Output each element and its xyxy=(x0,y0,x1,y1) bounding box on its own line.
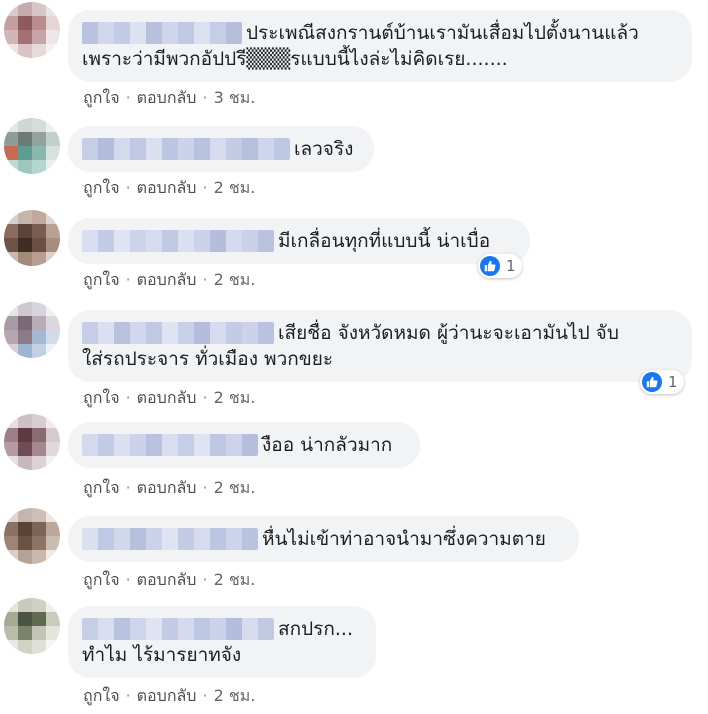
blurred-author-name[interactable] xyxy=(82,230,274,252)
timestamp[interactable]: 2 ชม. xyxy=(214,388,256,407)
avatar[interactable] xyxy=(4,2,60,58)
comment-bubble: หื่นไม่เข้าท่าอาจนำมาซึ่งความตาย xyxy=(68,516,579,562)
comment-bubble: สกปรก... ทำไม ไร้มารยาทจัง xyxy=(68,606,376,678)
comment-text: งืออ น่ากลัวมาก xyxy=(262,434,393,456)
separator: · xyxy=(125,270,131,289)
comment-text: หื่นไม่เข้าท่าอาจนำมาซึ่งความตาย xyxy=(262,528,546,550)
like-link[interactable]: ถูกใจ xyxy=(83,388,120,407)
blurred-author-name[interactable] xyxy=(82,138,290,160)
blurred-author-name[interactable] xyxy=(82,618,274,640)
comment-actions: ถูกใจ · ตอบกลับ · 3 ชม. xyxy=(83,86,255,111)
separator: · xyxy=(125,686,131,705)
blurred-author-name[interactable] xyxy=(82,322,274,344)
reaction-count[interactable]: 1 xyxy=(478,254,522,278)
comment-actions: ถูกใจ · ตอบกลับ · 2 ชม. xyxy=(83,568,255,593)
comment-actions: ถูกใจ · ตอบกลับ · 2 ชม. xyxy=(83,386,255,411)
thumbs-up-icon xyxy=(480,256,500,276)
timestamp[interactable]: 2 ชม. xyxy=(214,178,256,197)
reply-link[interactable]: ตอบกลับ xyxy=(137,570,197,589)
blurred-author-name[interactable] xyxy=(82,22,242,44)
thumbs-up-icon xyxy=(642,372,662,392)
comment-text: มีเกลื่อนทุกที่แบบนี้ น่าเบื่อ xyxy=(278,230,491,252)
separator: · xyxy=(125,570,131,589)
blurred-author-name[interactable] xyxy=(82,528,258,550)
separator: · xyxy=(202,570,208,589)
separator: · xyxy=(202,88,208,107)
separator: · xyxy=(202,388,208,407)
comment-text: เลวจริง xyxy=(294,138,354,160)
like-link[interactable]: ถูกใจ xyxy=(83,478,120,497)
separator: · xyxy=(202,178,208,197)
avatar[interactable] xyxy=(4,302,60,358)
comment-bubble: มีเกลื่อนทุกที่แบบนี้ น่าเบื่อ xyxy=(68,218,530,264)
avatar[interactable] xyxy=(4,508,60,564)
comment-actions: ถูกใจ · ตอบกลับ · 2 ชม. xyxy=(83,684,255,709)
separator: · xyxy=(125,388,131,407)
like-link[interactable]: ถูกใจ xyxy=(83,570,120,589)
blurred-author-name[interactable] xyxy=(82,434,258,456)
timestamp[interactable]: 2 ชม. xyxy=(214,478,256,497)
avatar[interactable] xyxy=(4,598,60,654)
like-count: 1 xyxy=(506,257,516,275)
comment-bubble: เลวจริง xyxy=(68,126,374,172)
separator: · xyxy=(125,88,131,107)
reply-link[interactable]: ตอบกลับ xyxy=(137,478,197,497)
comment-actions: ถูกใจ · ตอบกลับ · 2 ชม. xyxy=(83,176,255,201)
avatar[interactable] xyxy=(4,210,60,266)
like-count: 1 xyxy=(668,373,678,391)
like-link[interactable]: ถูกใจ xyxy=(83,270,120,289)
separator: · xyxy=(202,686,208,705)
timestamp[interactable]: 2 ชม. xyxy=(214,270,256,289)
comment-text: เพราะว่ามีพวกอัปปรี▒▒▒รแบบนี้ไงล่ะไม่คิด… xyxy=(82,48,508,70)
separator: · xyxy=(202,270,208,289)
reply-link[interactable]: ตอบกลับ xyxy=(137,270,197,289)
reply-link[interactable]: ตอบกลับ xyxy=(137,388,197,407)
comment-actions: ถูกใจ · ตอบกลับ · 2 ชม. xyxy=(83,476,255,501)
reply-link[interactable]: ตอบกลับ xyxy=(137,88,197,107)
comment-bubble: งืออ น่ากลัวมาก xyxy=(68,422,420,468)
timestamp[interactable]: 2 ชม. xyxy=(214,570,256,589)
comment-text: เสียชื่อ จังหวัดหมด ผู้ว่านะจะเอามันไป จ… xyxy=(278,322,619,344)
like-link[interactable]: ถูกใจ xyxy=(83,686,120,705)
comment-text: ใส่รถประจาร ทั่วเมือง พวกขยะ xyxy=(82,348,334,370)
separator: · xyxy=(125,478,131,497)
reaction-count[interactable]: 1 xyxy=(640,370,684,394)
timestamp[interactable]: 3 ชม. xyxy=(214,88,256,107)
comment-text: ประเพณีสงกรานต์บ้านเรามันเสื่อมไปตั้งนาน… xyxy=(246,22,639,44)
separator: · xyxy=(125,178,131,197)
comment-bubble: ประเพณีสงกรานต์บ้านเรามันเสื่อมไปตั้งนาน… xyxy=(68,10,692,82)
avatar[interactable] xyxy=(4,118,60,174)
like-link[interactable]: ถูกใจ xyxy=(83,88,120,107)
comment-actions: ถูกใจ · ตอบกลับ · 2 ชม. xyxy=(83,268,255,293)
separator: · xyxy=(202,478,208,497)
avatar[interactable] xyxy=(4,414,60,470)
comment-bubble: เสียชื่อ จังหวัดหมด ผู้ว่านะจะเอามันไป จ… xyxy=(68,310,692,382)
comment-text: ทำไม ไร้มารยาทจัง xyxy=(82,644,242,666)
comment-text: สกปรก... xyxy=(278,618,353,640)
timestamp[interactable]: 2 ชม. xyxy=(214,686,256,705)
reply-link[interactable]: ตอบกลับ xyxy=(137,178,197,197)
reply-link[interactable]: ตอบกลับ xyxy=(137,686,197,705)
like-link[interactable]: ถูกใจ xyxy=(83,178,120,197)
